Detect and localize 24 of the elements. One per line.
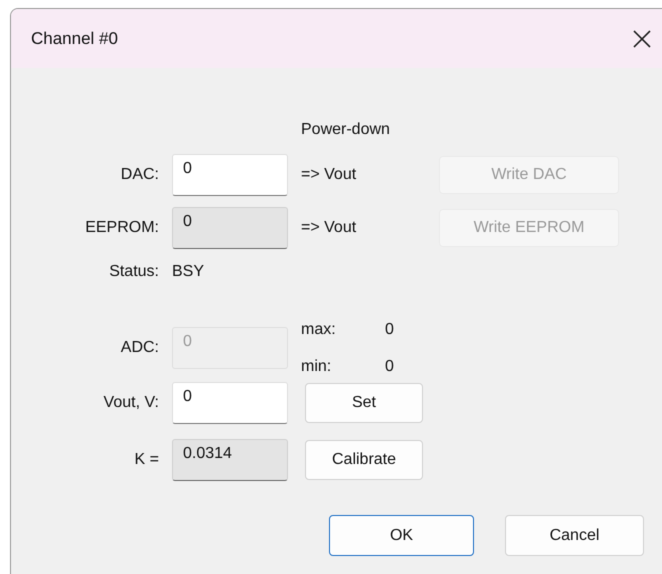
action-button[interactable]: Calibrate (305, 440, 423, 480)
reading-label: max: (301, 320, 337, 338)
close-icon[interactable] (633, 30, 651, 48)
input-field[interactable]: 0 (172, 207, 288, 249)
column-heading: Power-down (301, 121, 391, 139)
arrow-note: => Vout (301, 166, 358, 184)
status-value: BSY (172, 263, 206, 281)
field-label: ADC: (120, 339, 159, 357)
field-label: DAC: (120, 166, 159, 184)
input-field[interactable]: 0.0314 (172, 439, 288, 481)
arrow-note: => Vout (301, 219, 358, 237)
input-field[interactable]: 0 (172, 382, 288, 424)
window-title: Channel #0 (31, 28, 118, 48)
field-label: Vout, V: (102, 394, 159, 412)
reading-label: min: (301, 358, 332, 376)
field-label: Status: (108, 263, 159, 281)
input-field[interactable]: 0 (172, 154, 288, 196)
field-label: K = (134, 451, 159, 469)
field-label: EEPROM: (84, 219, 159, 237)
ok-button[interactable]: OK (329, 515, 474, 556)
reading-value: 0 (385, 358, 394, 376)
reading-value: 0 (385, 320, 394, 338)
action-button[interactable]: Set (305, 382, 423, 422)
cancel-button[interactable]: Cancel (505, 515, 644, 556)
